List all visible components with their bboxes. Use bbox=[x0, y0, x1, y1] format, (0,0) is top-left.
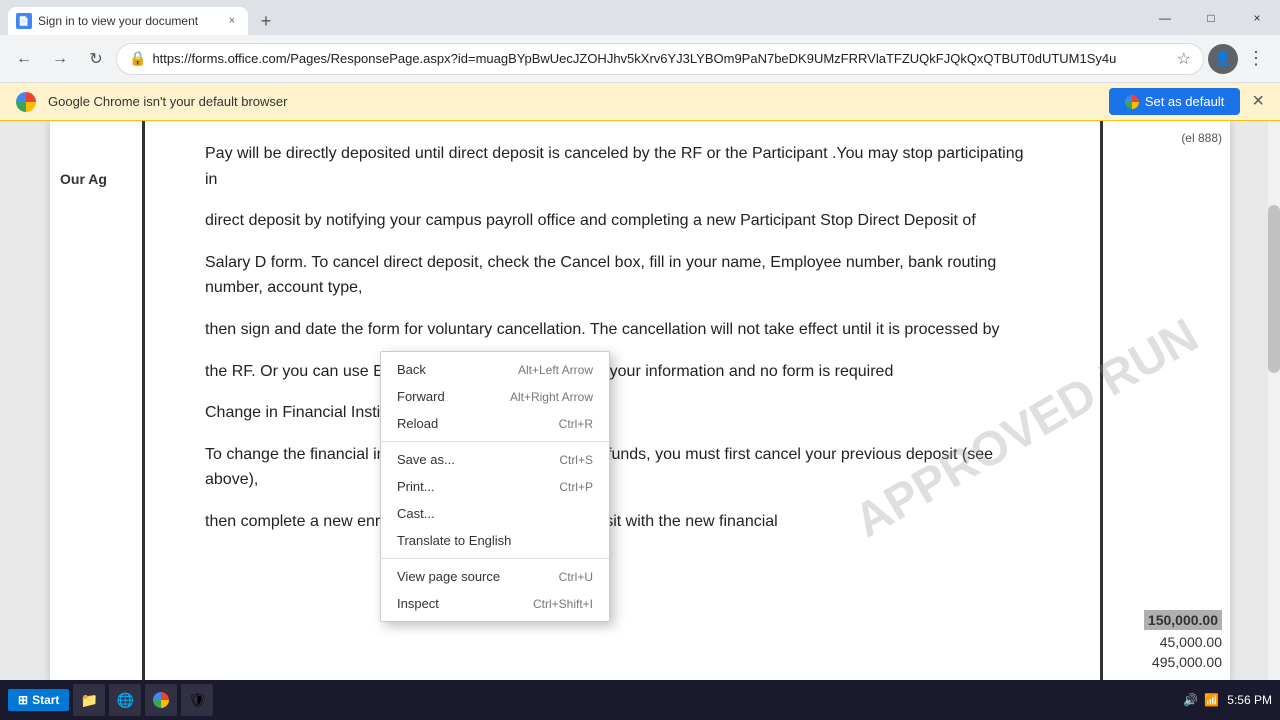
taskbar-right: 🔊 📶 5:56 PM bbox=[1183, 693, 1272, 707]
doc-paragraph-5: the RF. Or you can use Employee Self Ser… bbox=[205, 359, 1040, 385]
maximize-button[interactable]: □ bbox=[1188, 0, 1234, 35]
tab-title: Sign in to view your document bbox=[38, 14, 218, 28]
taskbar-ie-icon[interactable]: 🌐 bbox=[109, 684, 141, 716]
info-bar-close-button[interactable]: × bbox=[1252, 90, 1264, 113]
system-tray: 🔊 📶 bbox=[1183, 693, 1219, 707]
start-button[interactable]: ⊞ Start bbox=[8, 689, 69, 711]
bookmark-icon[interactable]: ☆ bbox=[1177, 49, 1191, 69]
right-number-2: 45,000.00 bbox=[1160, 634, 1222, 650]
tab-favicon: 📄 bbox=[16, 13, 32, 29]
context-menu-save-as[interactable]: Save as... Ctrl+S bbox=[381, 446, 609, 473]
context-separator-1 bbox=[381, 441, 609, 442]
profile-button[interactable]: 👤 bbox=[1208, 44, 1238, 74]
minimize-button[interactable]: — bbox=[1142, 0, 1188, 35]
context-menu-cast[interactable]: Cast... bbox=[381, 500, 609, 527]
address-bar[interactable]: 🔒 https://forms.office.com/Pages/Respons… bbox=[116, 43, 1204, 75]
context-save-as-label: Save as... bbox=[397, 452, 559, 467]
set-default-button[interactable]: Set as default bbox=[1109, 88, 1241, 115]
close-button[interactable]: × bbox=[1234, 0, 1280, 35]
address-text: https://forms.office.com/Pages/ResponseP… bbox=[152, 51, 1170, 66]
taskbar-left: ⊞ Start 📁 🌐 🛡 bbox=[8, 684, 213, 716]
context-cast-label: Cast... bbox=[397, 506, 593, 521]
top-right-number: (el 888) bbox=[1181, 131, 1222, 145]
scrollbar-thumb[interactable] bbox=[1268, 205, 1280, 373]
start-icon: ⊞ bbox=[18, 693, 28, 707]
scrollbar[interactable] bbox=[1268, 121, 1280, 680]
context-menu-forward[interactable]: Forward Alt+Right Arrow bbox=[381, 383, 609, 410]
taskbar-time: 5:56 PM bbox=[1227, 693, 1272, 707]
context-view-source-shortcut: Ctrl+U bbox=[559, 570, 593, 584]
page-content: Our Ag (el 888) 150,000.00 45,000.00 495… bbox=[0, 121, 1280, 680]
context-menu-translate[interactable]: Translate to English bbox=[381, 527, 609, 554]
profile-icon: 👤 bbox=[1214, 50, 1231, 67]
context-menu-inspect[interactable]: Inspect Ctrl+Shift+I bbox=[381, 590, 609, 617]
context-forward-shortcut: Alt+Right Arrow bbox=[510, 390, 593, 404]
right-number-3: 495,000.00 bbox=[1152, 654, 1222, 670]
context-separator-2 bbox=[381, 558, 609, 559]
tab-close-button[interactable]: × bbox=[224, 13, 240, 29]
chrome-small-logo-icon bbox=[1125, 95, 1139, 109]
context-inspect-label: Inspect bbox=[397, 596, 533, 611]
context-inspect-shortcut: Ctrl+Shift+I bbox=[533, 597, 593, 611]
taskbar-explorer-icon[interactable]: 📁 bbox=[73, 684, 105, 716]
doc-paragraph-4: then sign and date the form for voluntar… bbox=[205, 317, 1040, 343]
right-number-1: 150,000.00 bbox=[1144, 610, 1222, 630]
context-back-label: Back bbox=[397, 362, 518, 377]
speaker-icon[interactable]: 🔊 bbox=[1183, 693, 1198, 707]
chrome-taskbar-icon bbox=[153, 692, 169, 708]
reload-button[interactable]: ↻ bbox=[80, 43, 112, 75]
context-forward-label: Forward bbox=[397, 389, 510, 404]
doc-left-panel-text: Our Ag bbox=[60, 171, 107, 187]
context-translate-label: Translate to English bbox=[397, 533, 593, 548]
toolbar: ← → ↻ 🔒 https://forms.office.com/Pages/R… bbox=[0, 35, 1280, 83]
taskbar-security-icon[interactable]: 🛡 bbox=[181, 684, 213, 716]
info-bar-text: Google Chrome isn't your default browser bbox=[48, 94, 1097, 109]
chrome-logo-icon bbox=[16, 92, 36, 112]
doc-wrapper: Our Ag (el 888) 150,000.00 45,000.00 495… bbox=[0, 121, 1280, 680]
doc-paragraph-6: Change in Financial Institution: bbox=[205, 400, 1040, 426]
doc-paragraph-2: direct deposit by notifying your campus … bbox=[205, 208, 1040, 234]
ie-icon: 🌐 bbox=[117, 692, 134, 709]
back-button[interactable]: ← bbox=[8, 43, 40, 75]
forward-button[interactable]: → bbox=[44, 43, 76, 75]
context-menu-back[interactable]: Back Alt+Left Arrow bbox=[381, 356, 609, 383]
shield-icon: 🛡 bbox=[189, 692, 207, 709]
context-menu-print[interactable]: Print... Ctrl+P bbox=[381, 473, 609, 500]
context-menu: Back Alt+Left Arrow Forward Alt+Right Ar… bbox=[380, 351, 610, 622]
tab-strip: 📄 Sign in to view your document × + bbox=[0, 0, 280, 35]
context-save-as-shortcut: Ctrl+S bbox=[559, 453, 593, 467]
doc-paragraph-3: Salary D form. To cancel direct deposit,… bbox=[205, 250, 1040, 301]
chrome-menu-button[interactable]: ⋮ bbox=[1240, 43, 1272, 75]
context-reload-label: Reload bbox=[397, 416, 559, 431]
active-tab[interactable]: 📄 Sign in to view your document × bbox=[8, 7, 248, 35]
context-menu-reload[interactable]: Reload Ctrl+R bbox=[381, 410, 609, 437]
new-tab-button[interactable]: + bbox=[252, 7, 280, 35]
context-menu-view-source[interactable]: View page source Ctrl+U bbox=[381, 563, 609, 590]
taskbar-chrome-icon[interactable] bbox=[145, 684, 177, 716]
doc-left-panel: Our Ag bbox=[50, 121, 145, 680]
folder-icon: 📁 bbox=[81, 692, 98, 709]
network-icon[interactable]: 📶 bbox=[1204, 693, 1219, 707]
context-back-shortcut: Alt+Left Arrow bbox=[518, 363, 593, 377]
document-container: Our Ag (el 888) 150,000.00 45,000.00 495… bbox=[50, 121, 1230, 680]
info-bar: Google Chrome isn't your default browser… bbox=[0, 83, 1280, 121]
lock-icon: 🔒 bbox=[129, 50, 146, 67]
chrome-window: 📄 Sign in to view your document × + — □ … bbox=[0, 0, 1280, 680]
toolbar-right: 👤 ⋮ bbox=[1208, 43, 1272, 75]
doc-paragraph-1: Pay will be directly deposited until dir… bbox=[205, 141, 1040, 192]
context-print-label: Print... bbox=[397, 479, 559, 494]
context-print-shortcut: Ctrl+P bbox=[559, 480, 593, 494]
context-view-source-label: View page source bbox=[397, 569, 559, 584]
title-bar: 📄 Sign in to view your document × + — □ … bbox=[0, 0, 1280, 35]
window-controls: — □ × bbox=[1142, 0, 1280, 35]
context-reload-shortcut: Ctrl+R bbox=[559, 417, 593, 431]
taskbar: ⊞ Start 📁 🌐 🛡 🔊 📶 5:56 PM bbox=[0, 680, 1280, 720]
